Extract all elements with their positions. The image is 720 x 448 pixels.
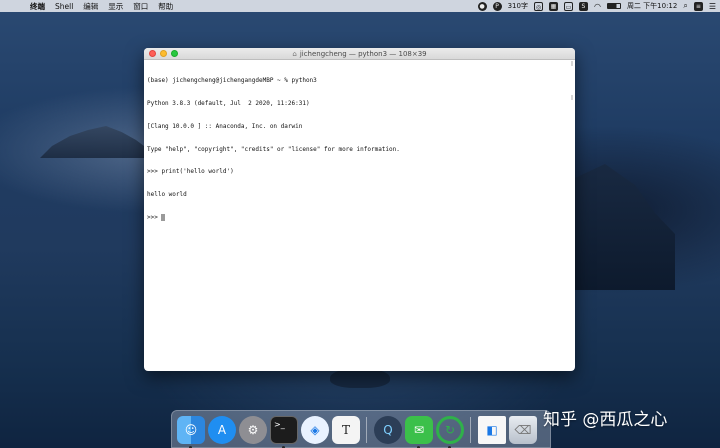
wechat-status-icon[interactable]: ● — [477, 1, 487, 11]
menu-window[interactable]: 窗口 — [133, 1, 148, 12]
grid-status-icon[interactable]: ▦ — [548, 1, 558, 11]
terminal-line: hello world — [147, 191, 187, 199]
capture-status-icon[interactable]: ◎ — [533, 1, 543, 11]
terminal-line: [Clang 10.0.0 ] :: Anaconda, Inc. on dar… — [147, 122, 303, 130]
text-cursor — [161, 213, 165, 221]
document-icon[interactable]: ◧ — [478, 416, 506, 444]
search-icon[interactable]: ⌕ — [683, 1, 687, 11]
terminal-prompt-line: >>> — [147, 213, 567, 222]
scroll-tick — [571, 95, 573, 100]
terminal-line: Type "help", "copyright", "credits" or "… — [147, 145, 400, 153]
clock[interactable]: 周二 下午10:12 — [627, 1, 677, 11]
window-titlebar[interactable]: ⌂ jichengcheng — python3 — 108×39 — [144, 48, 575, 60]
wallpaper-island-left — [40, 126, 160, 158]
terminal-line: Python 3.8.3 (default, Jul 2 2020, 11:26… — [147, 99, 310, 107]
dock: ☺ A ⚙ >_ ◈ T Q ✉ ↻ ◧ ⌫ — [171, 410, 551, 448]
home-folder-icon: ⌂ — [292, 50, 297, 58]
wallpaper-rock — [330, 368, 390, 388]
system-preferences-icon[interactable]: ⚙ — [239, 416, 267, 444]
wechat-icon[interactable]: ✉ — [405, 416, 433, 444]
finder-icon[interactable]: ☺ — [177, 416, 205, 444]
menu-edit[interactable]: 编辑 — [83, 1, 98, 12]
zhihu-watermark: 知乎 @西瓜之心 — [543, 410, 668, 430]
scrollbar[interactable] — [571, 61, 574, 369]
menu-view[interactable]: 显示 — [108, 1, 123, 12]
app-status-icon[interactable]: ≡ — [693, 1, 703, 11]
menu-help[interactable]: 帮助 — [158, 1, 173, 12]
p-status-icon[interactable]: P — [492, 1, 502, 11]
dock-separator — [366, 417, 367, 443]
terminal-output[interactable]: (base) jichengcheng@jichengangdeMBP ~ % … — [147, 62, 567, 367]
battery-icon[interactable] — [606, 3, 621, 9]
app-store-icon[interactable]: A — [208, 416, 236, 444]
terminal-window: ⌂ jichengcheng — python3 — 108×39 (base)… — [144, 48, 575, 371]
menu-shell[interactable]: Shell — [55, 2, 73, 11]
input-method-icon[interactable]: S — [578, 1, 588, 11]
word-count-status[interactable]: 310字 — [508, 1, 528, 11]
typora-icon[interactable]: T — [332, 416, 360, 444]
terminal-icon[interactable]: >_ — [270, 416, 298, 444]
window-title-wrap: ⌂ jichengcheng — python3 — 108×39 — [144, 48, 575, 60]
status-area: ● P 310字 ◎ ▦ ▭ S ◠ 周二 下午10:12 ⌕ ≡ ☰ — [477, 0, 716, 12]
wifi-icon[interactable]: ◠ — [594, 2, 601, 11]
terminal-prompt: >>> — [147, 213, 162, 221]
terminal-line: (base) jichengcheng@jichengangdeMBP ~ % … — [147, 77, 317, 85]
scroll-tick — [571, 61, 573, 66]
menu-bar: 终端 Shell 编辑 显示 窗口 帮助 ● P 310字 ◎ ▦ ▭ S ◠ … — [0, 0, 720, 12]
menu-list-icon[interactable]: ☰ — [709, 2, 716, 11]
safari-icon[interactable]: ◈ — [301, 416, 329, 444]
refresh-app-icon[interactable]: ↻ — [436, 416, 464, 444]
wallpaper-island-right — [575, 164, 675, 290]
trash-icon[interactable]: ⌫ — [509, 416, 537, 444]
window-title: jichengcheng — python3 — 108×39 — [299, 50, 427, 58]
keyboard-status-icon[interactable]: ▭ — [563, 1, 573, 11]
terminal-line: >>> print('hello world') — [147, 168, 234, 176]
dock-separator — [470, 417, 471, 443]
quicktime-icon[interactable]: Q — [374, 416, 402, 444]
menu-app-name[interactable]: 终端 — [30, 1, 45, 12]
